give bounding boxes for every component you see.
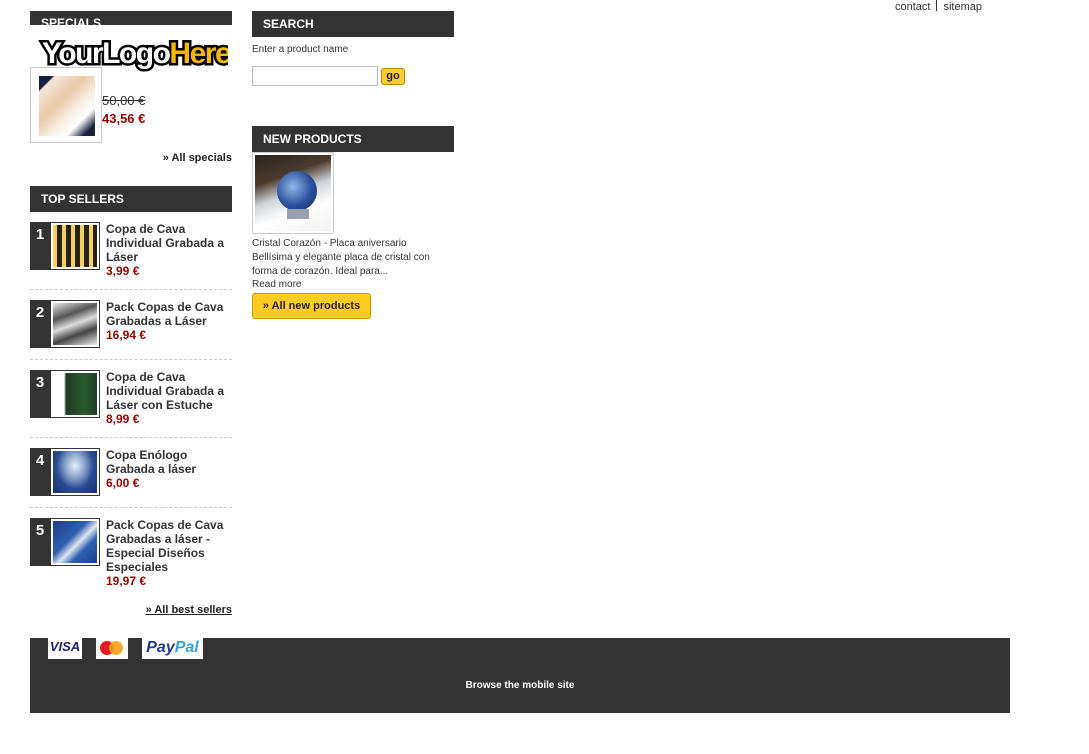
store-logo[interactable]: YourLogoHere YourLogoHere <box>38 31 229 73</box>
mastercard-icon <box>96 638 128 659</box>
item-divider <box>30 437 232 438</box>
product-thumbnail[interactable] <box>50 300 100 348</box>
product-photo <box>53 451 97 493</box>
product-name[interactable]: Pack Copas de Cava Grabadas a Láser <box>106 300 232 328</box>
all-new-products-button[interactable]: » All new products <box>252 293 371 319</box>
product-price: 8,99 € <box>106 412 140 426</box>
product-thumbnail[interactable] <box>50 518 100 566</box>
paypal-label-pal: Pal <box>174 639 199 656</box>
specials-block: Specials YourLogoHere YourLogoHere 50,00… <box>30 11 232 171</box>
heart-crystal-icon <box>277 171 317 211</box>
specials-title: Specials <box>30 11 232 25</box>
special-product-photo <box>39 76 95 136</box>
product-photo <box>53 521 97 563</box>
product-price: 3,99 € <box>106 264 140 278</box>
header-links: contact sitemap <box>895 0 982 13</box>
mastercard-orange-circle <box>109 641 123 655</box>
new-products-title: New products <box>252 126 454 152</box>
product-name[interactable]: Copa de Cava Individual Grabada a Láser … <box>106 370 232 412</box>
rank-number: 2 <box>30 300 50 348</box>
item-divider <box>30 359 232 360</box>
product-name[interactable]: Copa Enólogo Grabada a láser <box>106 448 232 476</box>
all-best-sellers-link[interactable]: » All best sellers <box>30 604 232 616</box>
sitemap-link[interactable]: sitemap <box>943 1 982 13</box>
item-divider <box>30 507 232 508</box>
special-old-price: 50,00 € <box>102 93 146 108</box>
new-product-description: Cristal Corazón - Placa aniversario Bell… <box>252 237 454 279</box>
product-photo <box>53 373 97 415</box>
new-product-image[interactable] <box>252 152 334 234</box>
search-block: Search Enter a product name go <box>252 11 454 86</box>
paypal-icon: PayPal <box>142 638 203 659</box>
footer: VISA PayPal Browse the mobile site <box>30 638 1010 713</box>
mobile-site-link[interactable]: Browse the mobile site <box>30 680 1010 691</box>
all-specials-link[interactable]: » All specials <box>163 152 232 164</box>
search-go-button[interactable]: go <box>381 68 405 85</box>
product-price: 19,97 € <box>106 574 147 588</box>
rank-number: 4 <box>30 448 50 496</box>
search-title: Search <box>252 11 454 37</box>
search-input[interactable] <box>252 66 378 86</box>
special-product-image[interactable] <box>30 67 102 143</box>
product-name[interactable]: Copa de Cava Individual Grabada a Láser <box>106 222 232 264</box>
search-label: Enter a product name <box>252 44 349 55</box>
link-separator <box>936 0 938 11</box>
rank-number: 3 <box>30 370 50 418</box>
new-products-block: New products Cristal Corazón - Placa ani… <box>252 126 454 319</box>
product-thumbnail[interactable] <box>50 370 100 418</box>
crystal-base <box>287 209 309 219</box>
svg-text:YourLogoHere: YourLogoHere <box>42 37 228 70</box>
rank-number: 5 <box>30 518 50 566</box>
special-new-price: 43,56 € <box>102 111 146 126</box>
product-price: 6,00 € <box>106 476 140 490</box>
visa-icon: VISA <box>48 638 82 659</box>
new-product-name[interactable]: Cristal Corazón - Placa aniversario <box>252 238 407 249</box>
visa-label: VISA <box>49 639 81 654</box>
product-thumbnail[interactable] <box>50 448 100 496</box>
new-product-text: Bellísima y elegante placa de cristal co… <box>252 252 430 277</box>
product-thumbnail[interactable] <box>50 222 100 270</box>
product-price: 16,94 € <box>106 328 147 342</box>
read-more-link[interactable]: Read more <box>252 279 301 290</box>
top-sellers-block: Top Sellers 1 Copa de Cava Individual Gr… <box>30 186 232 616</box>
paypal-label-pay: Pay <box>146 639 175 656</box>
product-photo <box>53 225 97 267</box>
top-sellers-title: Top Sellers <box>30 186 232 212</box>
paypal-label: PayPal <box>142 639 203 657</box>
rank-number: 1 <box>30 222 50 270</box>
product-name[interactable]: Pack Copas de Cava Grabadas a láser - Es… <box>106 518 232 574</box>
item-divider <box>30 289 232 290</box>
contact-link[interactable]: contact <box>895 1 930 13</box>
product-photo <box>53 303 97 345</box>
